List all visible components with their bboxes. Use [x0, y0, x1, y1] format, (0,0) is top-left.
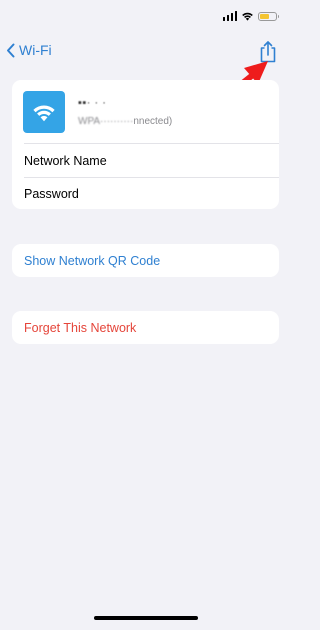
- network-name: ▪▪· · ·: [78, 97, 107, 109]
- wifi-tile: [23, 91, 65, 133]
- show-qr-code-button[interactable]: Show Network QR Code: [24, 244, 160, 277]
- signal-icon: [222, 11, 237, 21]
- status-icons: [222, 11, 279, 21]
- network-header: ▪▪· · · WPA··········nnected): [12, 80, 279, 143]
- network-name-row[interactable]: Network Name: [24, 144, 107, 177]
- forget-network-card: Forget This Network: [12, 311, 279, 344]
- password-label: Password: [24, 186, 79, 201]
- back-button[interactable]: Wi-Fi: [6, 42, 52, 58]
- password-row[interactable]: Password: [24, 177, 79, 209]
- home-indicator[interactable]: [94, 616, 198, 620]
- battery-level: [260, 13, 270, 19]
- wifi-icon: [33, 105, 55, 122]
- chevron-left-icon: [7, 43, 15, 57]
- back-button-label: Wi-Fi: [19, 42, 52, 58]
- network-card: ▪▪· · · WPA··········nnected) Network Na…: [12, 80, 279, 209]
- battery-icon: [258, 11, 279, 21]
- network-name-label: Network Name: [24, 153, 107, 168]
- network-status: WPA··········nnected): [78, 116, 172, 127]
- forget-network-button[interactable]: Forget This Network: [24, 311, 136, 344]
- network-status-obscured: WPA··········: [78, 116, 134, 127]
- network-status-visible: nnected): [133, 116, 173, 127]
- wifi-icon: [242, 12, 253, 21]
- status-bar: [0, 0, 291, 36]
- qr-code-card: Show Network QR Code: [12, 244, 279, 277]
